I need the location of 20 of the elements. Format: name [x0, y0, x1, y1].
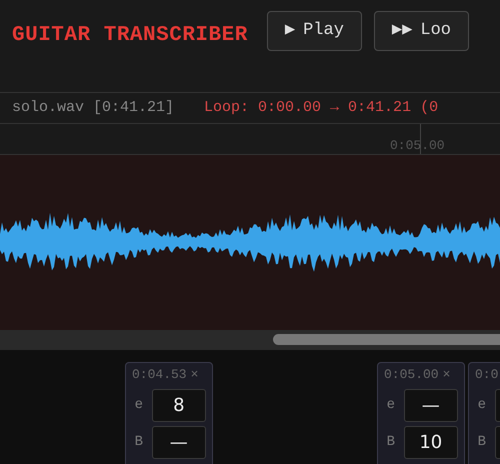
- time-tick-label: 0:05.00: [390, 137, 445, 155]
- string-label: B: [134, 433, 144, 452]
- scrollbar-thumb[interactable]: [273, 334, 500, 345]
- string-label: e: [134, 396, 144, 415]
- fret-input[interactable]: —: [152, 426, 206, 459]
- loop-range: Loop: 0:00.00 → 0:41.21 (0: [204, 98, 438, 118]
- string-label: B: [476, 433, 487, 452]
- play-button[interactable]: ▶▶ Loo: [374, 11, 469, 51]
- note-time: 0:04.53: [132, 366, 187, 384]
- string-label: e: [476, 396, 487, 415]
- app-title: GUITAR TRANSCRIBER: [12, 23, 248, 49]
- fret-input[interactable]: 10: [404, 426, 458, 459]
- fret-input[interactable]: —: [404, 389, 458, 422]
- fret-input[interactable]: 8: [152, 389, 206, 422]
- string-label: e: [386, 396, 396, 415]
- string-label: B: [386, 433, 396, 452]
- play-button[interactable]: ▶ Play: [266, 11, 362, 51]
- file-info: solo.wav [0:41.21]: [12, 98, 174, 118]
- note-time: 0:0: [475, 366, 498, 384]
- note-time: 0:05.00: [384, 366, 439, 384]
